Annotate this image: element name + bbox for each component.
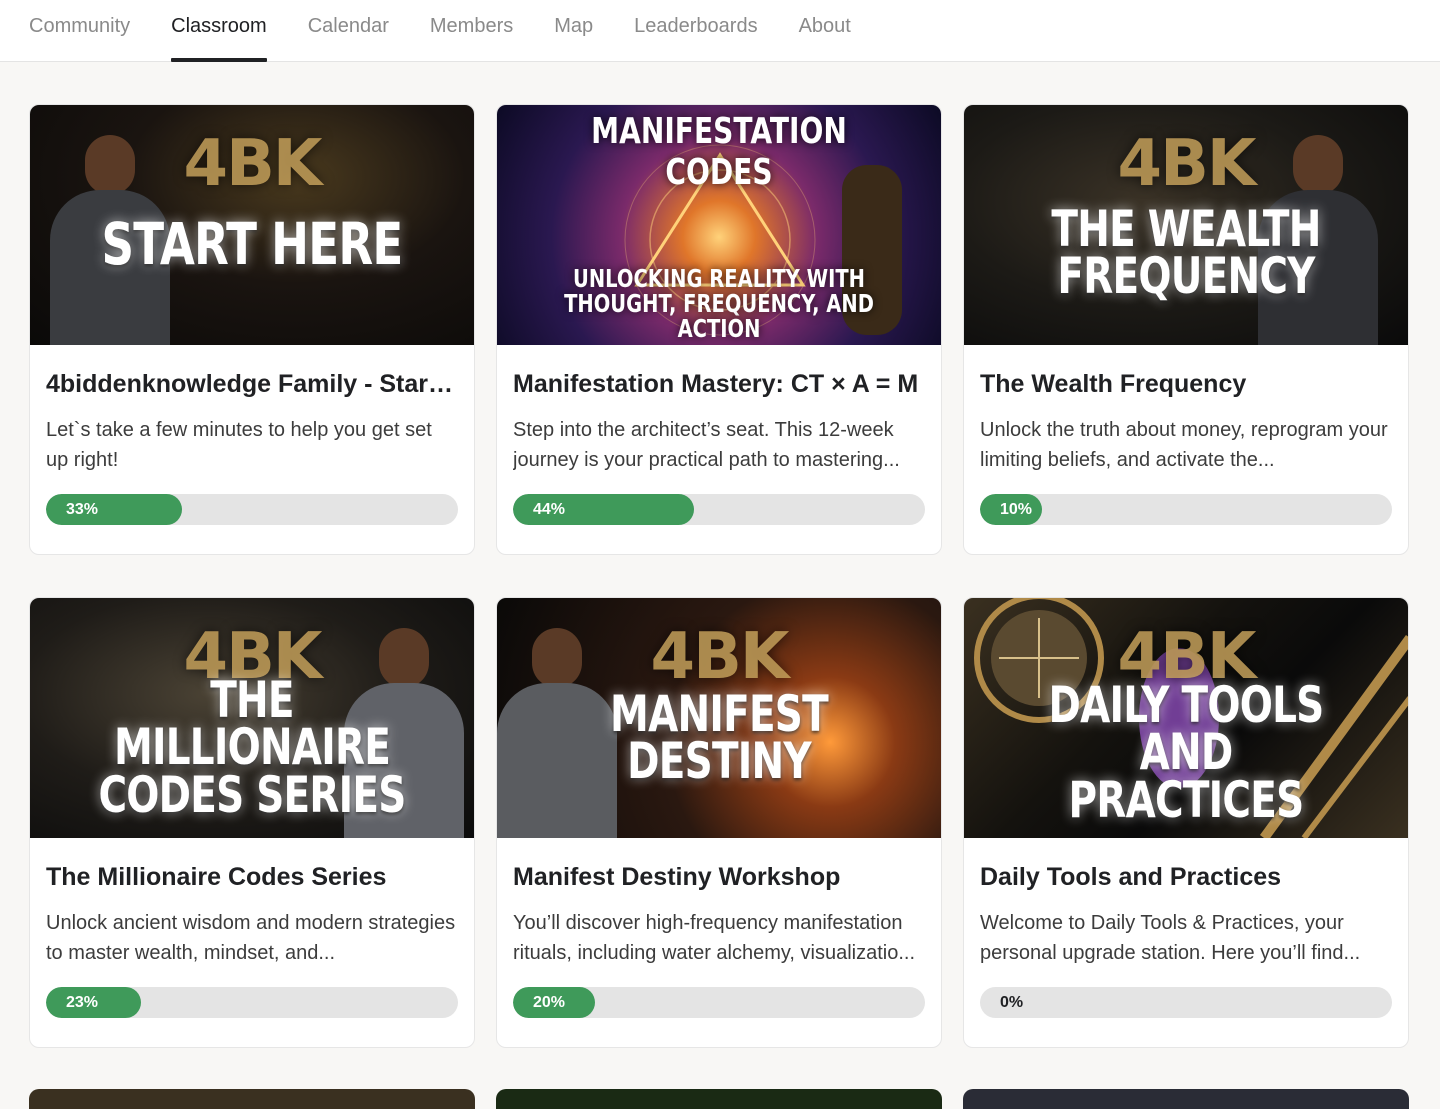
course-title[interactable]: The Wealth Frequency <box>980 370 1392 399</box>
course-card-wealth-frequency[interactable]: 4BK THE WEALTH FREQUENCY The Wealth Freq… <box>963 104 1409 555</box>
course-card-daily-tools[interactable]: 4BK DAILY TOOLS AND PRACTICES Daily Tool… <box>963 597 1409 1048</box>
course-title[interactable]: Daily Tools and Practices <box>980 863 1392 892</box>
course-description: Unlock the truth about money, reprogram … <box>980 419 1388 471</box>
progress-label: 23% <box>66 994 99 1011</box>
course-card-next-row[interactable] <box>29 1089 475 1109</box>
course-description: Step into the architect’s seat. This 12-… <box>513 419 900 471</box>
progress-bar: 10% <box>980 494 1392 525</box>
course-title[interactable]: Manifestation Mastery: CT × A = M <box>513 370 925 399</box>
course-thumbnail[interactable]: 4BK THE WEALTH FREQUENCY <box>964 105 1408 345</box>
tab-calendar[interactable]: Calendar <box>308 0 389 62</box>
progress-label: 44% <box>533 501 566 518</box>
thumbnail-subheadline: UNLOCKING REALITY WITH THOUGHT, FREQUENC… <box>564 264 874 343</box>
course-description: Let`s take a few minutes to help you get… <box>46 419 432 471</box>
tab-about[interactable]: About <box>799 0 851 62</box>
course-card-manifestation-mastery[interactable]: MANIFESTATION CODES UNLOCKING REALITY WI… <box>496 104 942 555</box>
progress-label: 10% <box>1000 501 1033 518</box>
course-thumbnail[interactable]: 4BK DAILY TOOLS AND PRACTICES <box>964 598 1408 838</box>
progress-bar: 23% <box>46 987 458 1018</box>
thumbnail-headline: DAILY TOOLS AND PRACTICES <box>1048 675 1325 829</box>
course-title[interactable]: The Millionaire Codes Series <box>46 863 458 892</box>
progress-label: 33% <box>66 501 99 518</box>
thumbnail-headline: THE MILLIONAIRE CODES SERIES <box>98 670 406 824</box>
tab-classroom[interactable]: Classroom <box>171 0 267 62</box>
progress-bar: 33% <box>46 494 458 525</box>
thumbnail-headline: START HERE <box>101 210 403 279</box>
thumbnail-headline: THE WEALTH FREQUENCY <box>1051 199 1321 305</box>
progress-bar: 44% <box>513 494 925 525</box>
course-title[interactable]: Manifest Destiny Workshop <box>513 863 925 892</box>
progress-label: 0% <box>1000 994 1024 1011</box>
course-description: Unlock ancient wisdom and modern strateg… <box>46 912 456 964</box>
course-card-millionaire-codes[interactable]: 4BK THE MILLIONAIRE CODES SERIES The Mil… <box>29 597 475 1048</box>
course-thumbnail[interactable]: 4BK THE MILLIONAIRE CODES SERIES <box>30 598 474 838</box>
course-card-manifest-destiny[interactable]: 4BK MANIFEST DESTINY Manifest Destiny Wo… <box>496 597 942 1048</box>
course-card-start-here[interactable]: 4BK START HERE 4biddenknowledge Family -… <box>29 104 475 555</box>
course-description: Welcome to Daily Tools & Practices, your… <box>980 912 1361 964</box>
tab-members[interactable]: Members <box>430 0 513 62</box>
progress-label: 20% <box>533 994 566 1011</box>
course-title[interactable]: 4biddenknowledge Family - Start ... <box>46 370 458 399</box>
tab-leaderboards[interactable]: Leaderboards <box>634 0 757 62</box>
tab-map[interactable]: Map <box>554 0 593 62</box>
progress-bar: 20% <box>513 987 925 1018</box>
course-grid: 4BK START HERE 4biddenknowledge Family -… <box>29 104 1409 1048</box>
course-thumbnail[interactable]: 4BK MANIFEST DESTINY <box>497 598 941 838</box>
course-card-next-row[interactable] <box>496 1089 942 1109</box>
tab-community[interactable]: Community <box>29 0 130 62</box>
progress-bar: 0% <box>980 987 1392 1018</box>
course-card-next-row[interactable] <box>963 1089 1409 1109</box>
top-navigation: Community Classroom Calendar Members Map… <box>0 0 1440 62</box>
thumbnail-headline: MANIFEST DESTINY <box>610 684 829 790</box>
course-thumbnail[interactable]: MANIFESTATION CODES UNLOCKING REALITY WI… <box>497 105 941 345</box>
course-thumbnail[interactable]: 4BK START HERE <box>30 105 474 345</box>
course-description: You’ll discover high-frequency manifesta… <box>513 912 916 964</box>
thumbnail-headline: MANIFESTATION CODES <box>591 111 847 193</box>
